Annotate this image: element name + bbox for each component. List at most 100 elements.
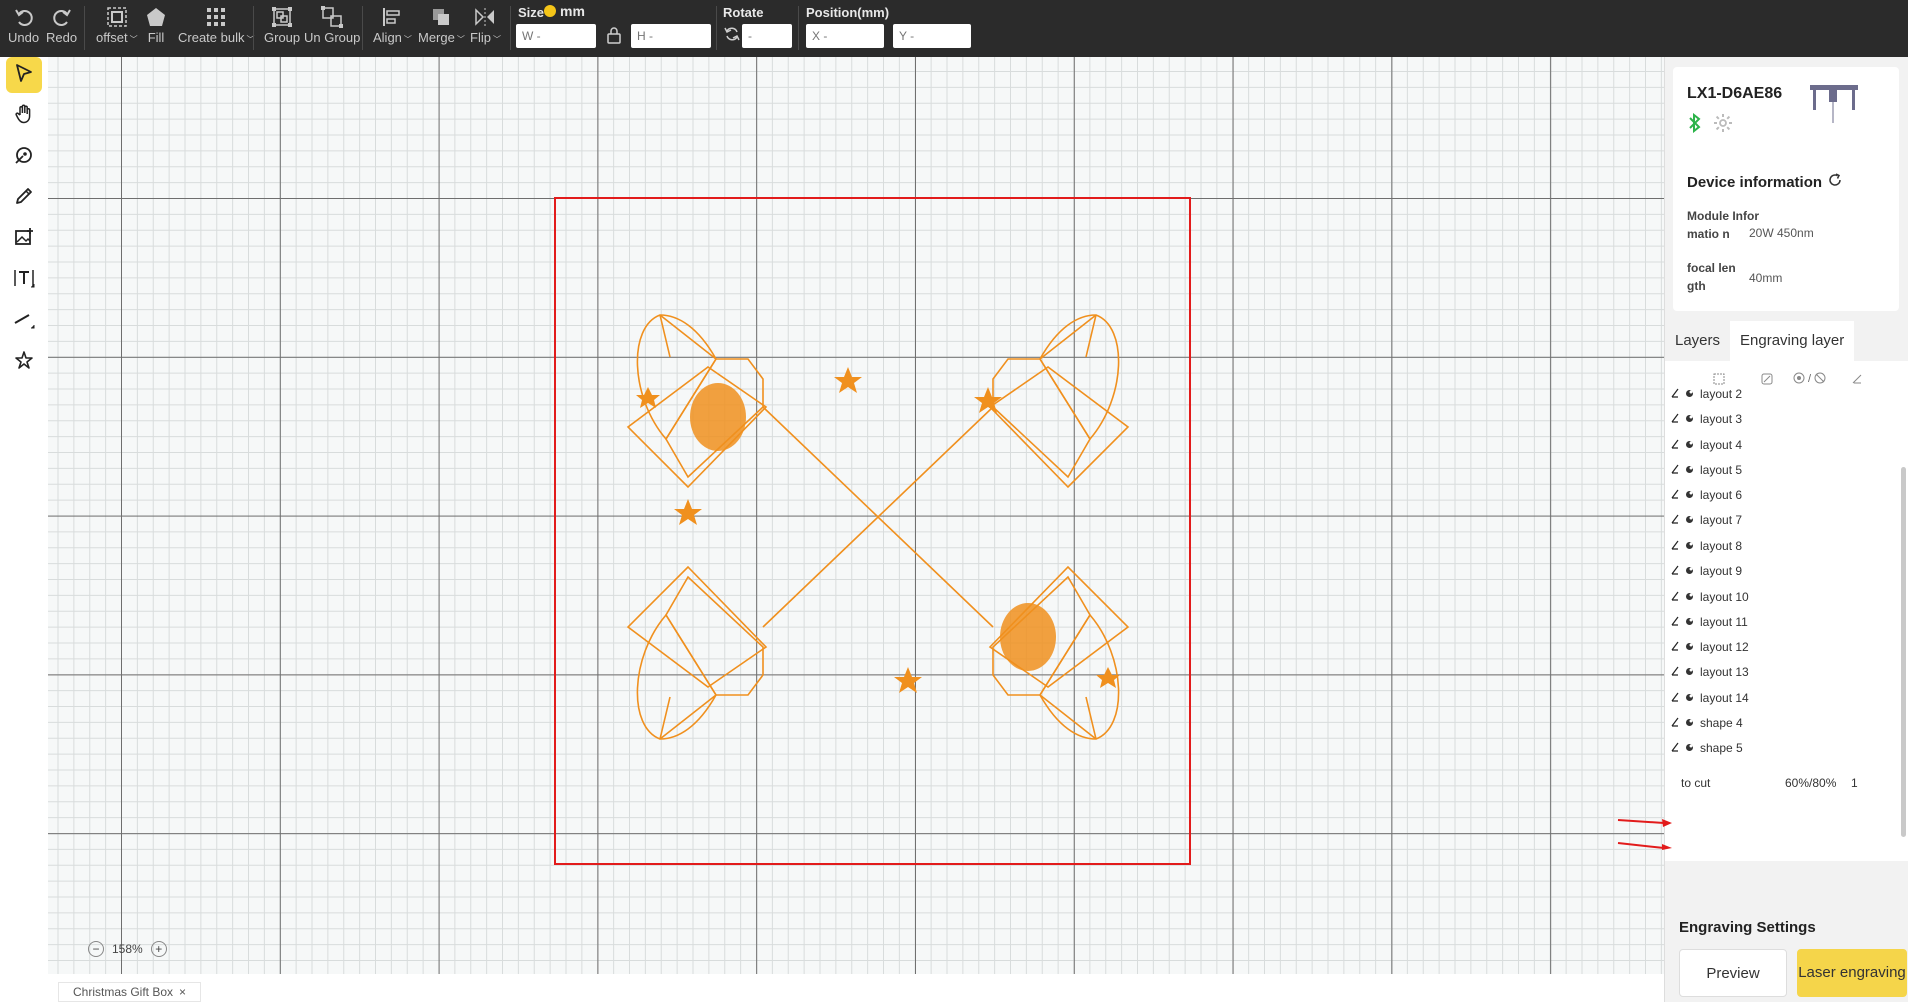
layer-row[interactable]: layout 10 <box>1671 585 1749 609</box>
layer-row[interactable]: layout 14 <box>1671 686 1749 710</box>
device-card: LX1-D6AE86 Device information Module Inf… <box>1673 67 1899 311</box>
flip-label: Flip <box>470 30 491 45</box>
width-input[interactable] <box>516 24 596 48</box>
design-canvas[interactable]: − 158% + <box>48 57 1664 974</box>
zoom-level: 158% <box>112 942 143 956</box>
device-name: LX1-D6AE86 <box>1687 85 1783 102</box>
layer-row[interactable]: layout 8 <box>1671 534 1742 558</box>
undo-button[interactable]: Undo <box>8 4 39 52</box>
edit-angle-icon <box>1671 741 1679 755</box>
layer-delete-icon[interactable] <box>1851 371 1863 387</box>
text-tool[interactable] <box>6 262 42 298</box>
to-cut-power-speed: 60%/80% <box>1785 776 1837 790</box>
shape-tool[interactable] <box>6 344 42 380</box>
merge-icon <box>431 4 451 30</box>
pentagon-icon <box>146 4 166 30</box>
layer-shape-icon <box>1685 640 1694 654</box>
layer-shape-icon <box>1685 615 1694 629</box>
lock-icon[interactable] <box>606 26 622 49</box>
flip-button[interactable]: Flip ﹀ <box>470 4 501 52</box>
edit-angle-icon <box>1671 716 1679 730</box>
zoom-in-button[interactable]: + <box>150 941 167 957</box>
layer-shape-icon <box>1685 513 1694 527</box>
layer-shape-icon <box>1685 564 1694 578</box>
create-bulk-label: Create bulk <box>178 30 245 45</box>
position-label: Position(mm) <box>806 5 890 20</box>
layer-row[interactable]: layout 11 <box>1671 610 1748 634</box>
layer-name: layout 2 <box>1700 387 1743 401</box>
laser-engraving-button[interactable]: Laser engraving <box>1797 949 1907 997</box>
layer-name: layout 9 <box>1700 564 1743 578</box>
rotate-input[interactable] <box>742 24 792 48</box>
layer-row[interactable]: layout 4 <box>1671 433 1742 457</box>
layer-name: shape 5 <box>1700 741 1743 755</box>
group-button[interactable]: Group <box>264 4 300 52</box>
layer-row[interactable]: layout 7 <box>1671 508 1742 532</box>
grid-icon <box>206 4 226 30</box>
layer-visibility-toggle[interactable]: / <box>1793 371 1826 387</box>
layer-name: layout 5 <box>1700 463 1743 477</box>
merge-label: Merge <box>418 30 455 45</box>
image-add-icon <box>14 227 34 252</box>
line-tool[interactable] <box>6 303 42 339</box>
pencil-icon <box>14 186 34 211</box>
layer-shape-icon <box>1685 741 1694 755</box>
tab-engraving-layer[interactable]: Engraving layer <box>1730 321 1855 361</box>
text-icon <box>13 267 35 294</box>
gift-box-design[interactable] <box>608 287 1148 767</box>
pen-tool[interactable] <box>6 139 42 175</box>
hand-tool[interactable] <box>6 98 42 134</box>
focal-length-label: focal length <box>1687 261 1736 293</box>
eye-off-icon <box>1814 372 1826 387</box>
line-icon <box>13 308 35 335</box>
merge-button[interactable]: Merge ﹀ <box>418 4 465 52</box>
layer-row[interactable]: layout 12 <box>1671 635 1749 659</box>
pencil-tool[interactable] <box>6 180 42 216</box>
offset-button[interactable]: offset ﹀ <box>96 4 138 52</box>
align-button[interactable]: Align ﹀ <box>373 4 412 52</box>
unit-toggle-icon[interactable] <box>544 5 556 17</box>
layer-row[interactable]: layout 2 <box>1671 382 1742 406</box>
layer-list-scrollbar[interactable] <box>1901 467 1906 837</box>
position-y-input[interactable] <box>893 24 971 48</box>
top-toolbar: Undo Redo offset ﹀ Fill Create bulk ﹀ Gr… <box>0 0 1908 57</box>
layer-row[interactable]: layout 3 <box>1671 407 1742 431</box>
position-x-input[interactable] <box>806 24 884 48</box>
tab-layers[interactable]: Layers <box>1665 321 1730 361</box>
fill-button[interactable]: Fill <box>146 4 166 52</box>
layer-name: layout 10 <box>1700 590 1749 604</box>
preview-button[interactable]: Preview <box>1679 949 1787 997</box>
layer-row[interactable]: shape 4 <box>1671 711 1743 735</box>
layer-row[interactable]: layout 5 <box>1671 458 1742 482</box>
select-tool[interactable] <box>6 57 42 93</box>
create-bulk-button[interactable]: Create bulk ﹀ <box>178 4 254 52</box>
height-input[interactable] <box>631 24 711 48</box>
zoom-out-button[interactable]: − <box>88 941 104 957</box>
layer-row[interactable]: shape 5 <box>1671 736 1743 760</box>
left-toolbar <box>0 57 48 1002</box>
file-tab[interactable]: Christmas Gift Box × <box>58 982 202 1002</box>
layer-mode-icon[interactable] <box>1761 371 1773 387</box>
layer-row[interactable]: layout 6 <box>1671 483 1742 507</box>
layer-visibility-divider: / <box>1808 373 1812 385</box>
to-cut-row[interactable]: to cut 60%/80% 1 <box>1665 771 1908 795</box>
edit-angle-icon <box>1671 539 1679 553</box>
gear-icon[interactable] <box>1713 113 1733 138</box>
fill-label: Fill <box>147 30 165 45</box>
close-icon[interactable]: × <box>179 985 186 999</box>
layer-shape-icon <box>1685 691 1694 705</box>
redo-button[interactable]: Redo <box>46 4 77 52</box>
layer-shape-icon <box>1685 539 1694 553</box>
refresh-icon[interactable] <box>1828 173 1842 191</box>
edit-angle-icon <box>1671 463 1679 477</box>
image-tool[interactable] <box>6 221 42 257</box>
layer-row[interactable]: layout 9 <box>1671 559 1742 583</box>
panel-tabs: Layers Engraving layer <box>1665 321 1908 361</box>
layer-shape-icon <box>1685 387 1694 401</box>
layer-shape-icon <box>1685 412 1694 426</box>
ungroup-button[interactable]: Un Group <box>304 4 360 52</box>
module-info-value: 20W 450nm <box>1749 226 1814 240</box>
toolbar-divider <box>510 6 511 50</box>
layer-row[interactable]: layout 13 <box>1671 660 1749 684</box>
ungroup-icon <box>321 4 344 30</box>
